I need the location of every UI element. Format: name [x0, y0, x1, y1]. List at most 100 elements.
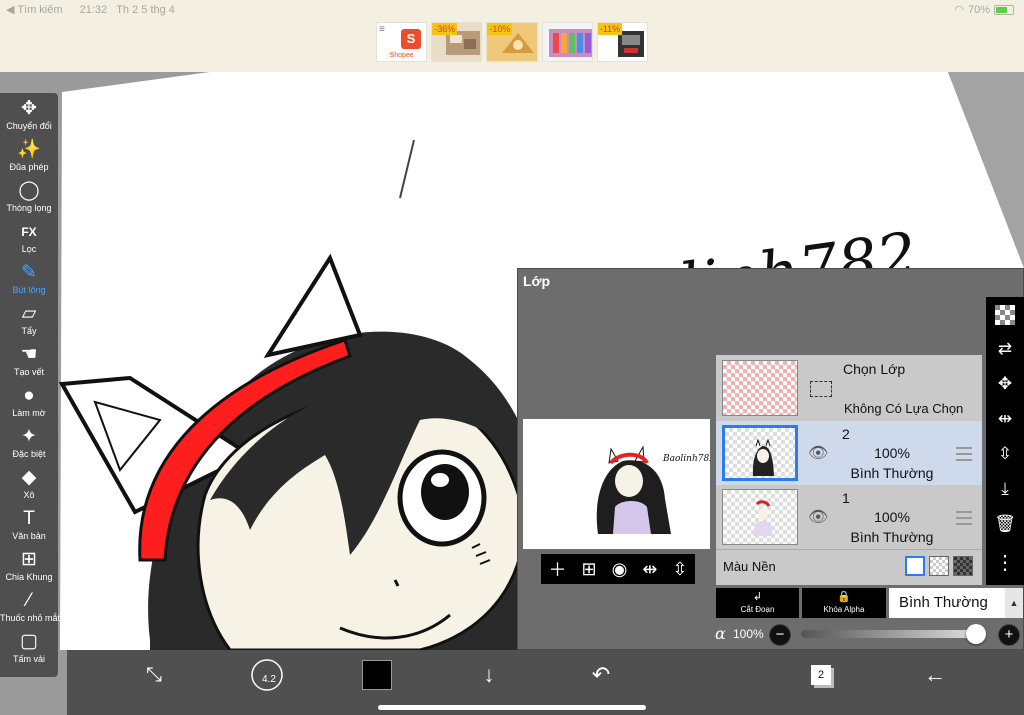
tool-text[interactable]: T Văn bản [0, 507, 58, 548]
tool-blur-drop[interactable]: ● Làm mờ [0, 384, 58, 425]
layer-flip-horizontal-icon[interactable]: ⇹ [986, 402, 1024, 436]
layer-2-blend-mode: Bình Thường [850, 465, 934, 481]
layer-1-drag-handle-icon[interactable] [956, 511, 972, 525]
tool-label: Bút lông [12, 285, 46, 295]
camera-icon[interactable]: ◉ [612, 559, 628, 580]
add-layer-copy-icon[interactable]: ⊞ [582, 559, 597, 580]
tool-label: Lọc [21, 244, 37, 254]
tool-label: Chuyển đổi [6, 121, 52, 131]
ad-discount-badge: -11% [597, 23, 623, 35]
tool-smudge[interactable]: ☚ Tạo vết [0, 343, 58, 384]
undo-icon[interactable]: ↶ [579, 650, 623, 700]
layer-2-drag-handle-icon[interactable] [956, 447, 972, 461]
opacity-increase-button[interactable]: + [998, 624, 1020, 646]
clipping-button[interactable]: ↲ Cắt Đoạn [716, 588, 799, 618]
opacity-row: α 100% − + [518, 621, 1024, 649]
color-picker-button[interactable] [357, 650, 397, 700]
tool-brush[interactable]: ✎ Bút lông [0, 261, 58, 302]
tool-bucket[interactable]: ◆ Xô [0, 466, 58, 507]
fx-filter-icon: FX [21, 225, 37, 239]
layer-row-2[interactable]: 👁 2 100% Bình Thường [716, 421, 982, 485]
opacity-decrease-button[interactable]: − [769, 624, 791, 646]
status-date: Th 2 5 thg 4 [116, 4, 175, 16]
tool-eyedropper[interactable]: ⁄ Thuốc nhỏ mắt [0, 589, 61, 630]
tool-label: Thòng lọng [6, 203, 52, 213]
tool-special-wand[interactable]: ✦ Đặc biệt [0, 425, 58, 466]
ad-product-2[interactable]: -10% [486, 22, 538, 62]
tool-lasso[interactable]: ◯ Thòng lọng [0, 179, 58, 220]
background-color-label: Màu Nền [723, 559, 776, 574]
trash-icon[interactable]: 🗑 [986, 507, 1024, 541]
preview-image: Baolinh782 [596, 445, 715, 534]
alpha-lock-label: Khóa Alpha [823, 605, 865, 614]
layer-2-preview [752, 438, 774, 476]
eyedropper-icon: ⁄ [27, 590, 31, 611]
tool-fx-filter[interactable]: FX Lọc [0, 220, 58, 261]
layer-1-thumbnail [722, 489, 798, 545]
blend-mode-select[interactable]: Bình Thường ▲ [889, 588, 1023, 618]
more-options-icon[interactable]: ⋮ [986, 545, 1024, 579]
tool-frame-divider[interactable]: ⊞ Chia Khung [0, 548, 58, 589]
back-to-search-link[interactable]: ◀ Tìm kiếm [6, 4, 63, 16]
download-arrow-icon[interactable]: ↓ [469, 650, 509, 700]
special-wand-icon: ✦ [21, 426, 37, 447]
opacity-value: 100% [733, 627, 764, 641]
blend-mode-arrow-icon[interactable]: ▲ [1005, 588, 1023, 618]
canvas-preview[interactable]: Baolinh782 [523, 419, 715, 549]
checkerboard-new-layer-icon[interactable] [986, 298, 1024, 332]
alpha-lock-button[interactable]: 🔒 Khóa Alpha [802, 588, 886, 618]
tool-label: Đặc biệt [12, 449, 46, 459]
ad-product-1[interactable]: -36% [431, 22, 483, 62]
ad-product-4[interactable]: -11% [596, 22, 649, 62]
current-color-swatch [362, 660, 392, 690]
clipping-arrow-icon: ↲ [752, 591, 763, 603]
ad-product-3[interactable] [541, 22, 593, 62]
opacity-slider-handle[interactable] [966, 624, 986, 644]
background-white-swatch[interactable] [905, 556, 925, 576]
tool-magic-wand[interactable]: ✨ Đũa phép [0, 138, 58, 179]
canvas-icon: ▢ [20, 631, 38, 652]
status-bar: ◀ Tìm kiếm 21:32 Th 2 5 thg 4 ◠ 70% ≡ S … [0, 0, 1024, 73]
opacity-slider[interactable] [801, 630, 976, 638]
layers-button[interactable]: 2 [801, 650, 841, 700]
ad-banner[interactable]: ≡ S Shopee -36% -10% -11% [376, 22, 649, 62]
tool-canvas[interactable]: ▢ Tấm vải [0, 630, 58, 671]
magic-wand-icon: ✨ [17, 139, 41, 160]
brush-size-button[interactable]: 4.2 [245, 650, 289, 700]
layer-tools-strip: ⇄ ✥ ⇹ ⇳ ⤓ 🗑 ⋮ [986, 297, 1024, 585]
selection-layer-row[interactable]: Chọn Lớp Không Có Lựa Chọn [716, 355, 982, 421]
quick-menu-transform-icon[interactable]: ⤡ [132, 650, 176, 700]
layer-transfer-icon[interactable]: ⇄ [986, 332, 1024, 366]
move-icon: ✥ [21, 98, 37, 119]
layer-row-1[interactable]: 👁 1 100% Bình Thường [716, 485, 982, 549]
layer-1-visibility-eye-icon[interactable]: 👁 [808, 507, 828, 527]
tool-label: Thuốc nhỏ mắt [0, 613, 61, 623]
layer-1-blend-mode: Bình Thường [850, 529, 934, 545]
tool-palette: ✥ Chuyển đổi ✨ Đũa phép ◯ Thòng lọng FX Lọc ✎ Bút… [0, 93, 61, 677]
layer-move-icon[interactable]: ✥ [986, 367, 1024, 401]
flip-vertical-icon[interactable]: ⇳ [672, 559, 687, 580]
merge-down-icon[interactable]: ⤓ [986, 472, 1024, 506]
layer-flip-vertical-icon[interactable]: ⇳ [986, 437, 1024, 471]
background-transparent-swatch[interactable] [929, 556, 949, 576]
layer-panel-title: Lớp [523, 273, 551, 289]
add-layer-icon[interactable]: ＋ [549, 556, 567, 582]
tool-label: Tạo vết [13, 367, 44, 377]
ad-shopee[interactable]: ≡ S Shopee [376, 22, 428, 62]
battery-percent: 70% [967, 3, 990, 16]
background-dark-swatch[interactable] [953, 556, 973, 576]
product-image-icon [548, 29, 592, 57]
layer-2-visibility-eye-icon[interactable]: 👁 [808, 443, 828, 463]
status-time: 21:32 [79, 4, 108, 16]
clipping-label: Cắt Đoạn [740, 605, 775, 614]
tool-label: Làm mờ [12, 408, 46, 418]
smudge-icon: ☚ [20, 344, 38, 365]
tool-eraser[interactable]: ▱ Tẩy [0, 302, 58, 343]
tool-move[interactable]: ✥ Chuyển đổi [0, 97, 58, 138]
ad-menu-icon[interactable]: ≡ [379, 24, 385, 35]
layer-2-opacity: 100% [874, 445, 910, 461]
back-arrow-icon[interactable]: ← [913, 650, 957, 700]
brush-size-value: 4.2 [262, 674, 276, 685]
flip-horizontal-icon[interactable]: ⇹ [642, 559, 657, 580]
tool-label: Tẩy [21, 326, 37, 336]
